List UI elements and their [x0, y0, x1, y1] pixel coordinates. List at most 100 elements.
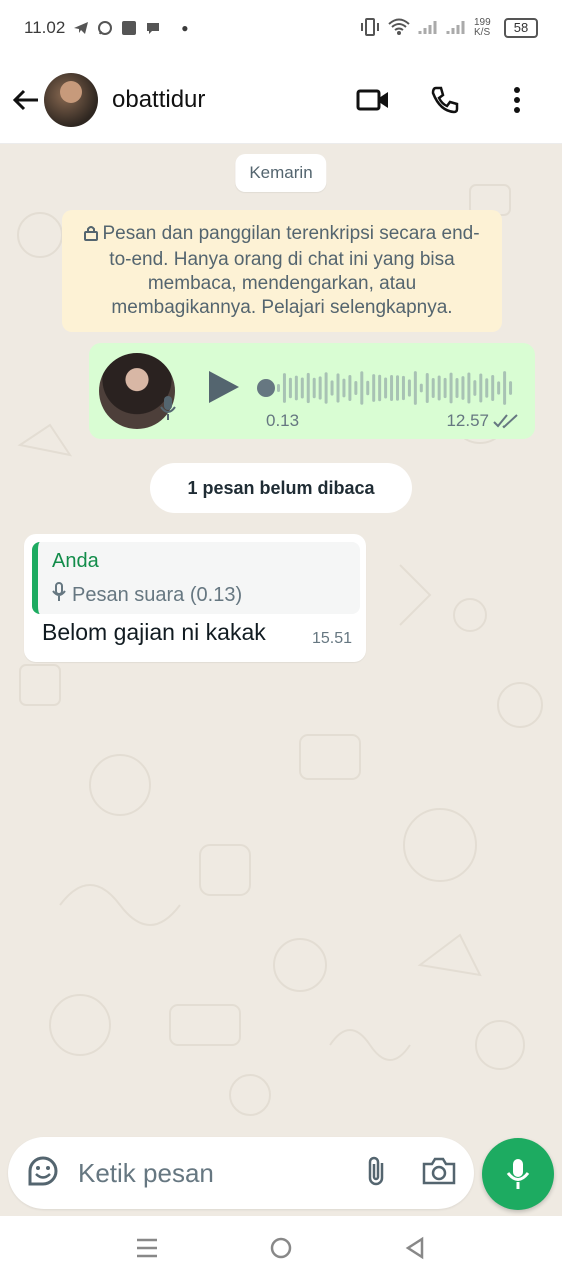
waveform-bar — [455, 377, 459, 399]
play-button[interactable] — [207, 369, 241, 410]
lock-icon — [84, 224, 99, 248]
waveform-bar — [503, 371, 507, 405]
quote-text: Pesan suara (0.13) — [72, 583, 243, 606]
unread-chip: 1 pesan belum dibaca — [150, 463, 412, 513]
battery-indicator: 58 — [504, 18, 538, 38]
message-time: 12.57 — [446, 411, 489, 430]
play-icon — [209, 371, 239, 403]
waveform-bar — [372, 374, 376, 402]
back-triangle-icon — [405, 1236, 424, 1260]
quoted-message[interactable]: Anda Pesan suara (0.13) — [32, 542, 360, 614]
signal-icon — [446, 18, 466, 39]
waveform-bar — [336, 373, 340, 403]
message-text: Belom gajian ni kakak — [42, 619, 266, 645]
home-button[interactable] — [261, 1228, 301, 1268]
waveform-bar — [485, 378, 489, 398]
record-voice-button[interactable] — [482, 1138, 554, 1210]
waveform-bar — [425, 373, 429, 403]
waveform-bar — [300, 377, 304, 399]
date-chip: Kemarin — [235, 154, 327, 192]
waveform-bar — [312, 377, 316, 399]
menu-button[interactable] — [500, 83, 534, 117]
waveform-bar — [354, 381, 358, 395]
waveform-bar — [467, 372, 471, 404]
waveform-bar — [431, 378, 435, 398]
status-time: 11.02 — [24, 18, 66, 37]
waveform-bar — [306, 372, 310, 404]
net-speed: 199 K/S — [474, 17, 491, 38]
mic-icon — [52, 582, 66, 608]
camera-icon — [422, 1157, 456, 1184]
paperclip-icon — [368, 1156, 384, 1185]
waveform-bar — [342, 378, 346, 398]
vibrate-icon — [360, 17, 380, 39]
waveform-bar — [413, 371, 417, 405]
attach-button[interactable] — [364, 1154, 388, 1193]
system-nav-bar — [0, 1216, 562, 1280]
arrow-left-icon — [12, 89, 38, 110]
waveform-bar — [360, 371, 364, 405]
video-call-button[interactable] — [356, 83, 390, 117]
telegram-icon — [73, 20, 89, 36]
more-vert-icon — [514, 86, 520, 113]
waveform-bar — [497, 381, 501, 395]
waveform-bar — [330, 380, 334, 396]
waveform-bar — [396, 375, 399, 401]
message-input[interactable] — [78, 1157, 328, 1189]
waveform-bar — [473, 380, 477, 396]
dot-icon: ● — [181, 21, 189, 35]
video-call-icon — [356, 89, 388, 110]
waveform-bar — [449, 372, 453, 404]
chat-header: obattidur — [0, 56, 562, 144]
quote-author: Anda — [52, 550, 99, 572]
sticker-button[interactable] — [26, 1154, 60, 1193]
waveform-bar — [491, 375, 495, 401]
waveform-bar — [277, 384, 280, 392]
double-check-icon — [493, 413, 519, 434]
waveform-bar — [509, 381, 513, 395]
waveform-bar — [366, 380, 370, 396]
waveform-bar — [294, 375, 298, 401]
waveform-bar — [288, 377, 292, 399]
waveform-bar — [384, 377, 388, 399]
status-bar: 11.02 ● 199 K/S 58 — [0, 0, 562, 56]
encryption-text: Pesan dan panggilan terenkripsi secara e… — [102, 223, 480, 318]
contact-avatar[interactable] — [44, 72, 98, 127]
incoming-message[interactable]: Anda Pesan suara (0.13) Belom gajian ni … — [24, 534, 366, 662]
waveform-bar — [348, 375, 352, 401]
waveform-bar — [437, 375, 441, 401]
chat-area[interactable]: Kemarin Pesan dan panggilan terenkripsi … — [0, 145, 562, 1135]
voice-call-button[interactable] — [428, 83, 462, 117]
back-nav-button[interactable] — [395, 1228, 435, 1268]
waveform-bar — [419, 383, 423, 393]
menu-icon — [137, 1238, 157, 1258]
sticker-icon — [28, 1156, 58, 1185]
recent-apps-button[interactable] — [127, 1228, 167, 1268]
app-icon — [121, 20, 137, 36]
chat-icon — [145, 20, 161, 36]
home-circle-icon — [270, 1237, 292, 1259]
contact-name[interactable]: obattidur — [112, 86, 205, 114]
voice-elapsed: 0.13 — [266, 411, 300, 430]
camera-button[interactable] — [422, 1157, 456, 1190]
wifi-icon — [388, 18, 410, 39]
waveform[interactable] — [277, 365, 515, 411]
encryption-notice[interactable]: Pesan dan panggilan terenkripsi secara e… — [62, 210, 502, 332]
whatsapp-icon — [97, 20, 113, 36]
phone-icon — [431, 86, 459, 113]
back-button[interactable] — [10, 80, 42, 120]
waveform-bar — [443, 377, 447, 399]
message-composer — [8, 1137, 474, 1209]
signal-icon — [418, 18, 438, 39]
message-time: 15.51 — [311, 630, 352, 647]
waveform-bar — [324, 372, 328, 404]
seek-handle[interactable] — [257, 379, 275, 397]
waveform-bar — [401, 375, 405, 401]
mic-icon — [506, 1159, 530, 1189]
voice-message[interactable]: 0.13 12.57 — [89, 343, 535, 439]
waveform-bar — [318, 376, 322, 400]
mic-icon — [159, 395, 177, 426]
waveform-bar — [390, 375, 394, 401]
waveform-bar — [479, 373, 483, 403]
waveform-bar — [282, 373, 286, 403]
